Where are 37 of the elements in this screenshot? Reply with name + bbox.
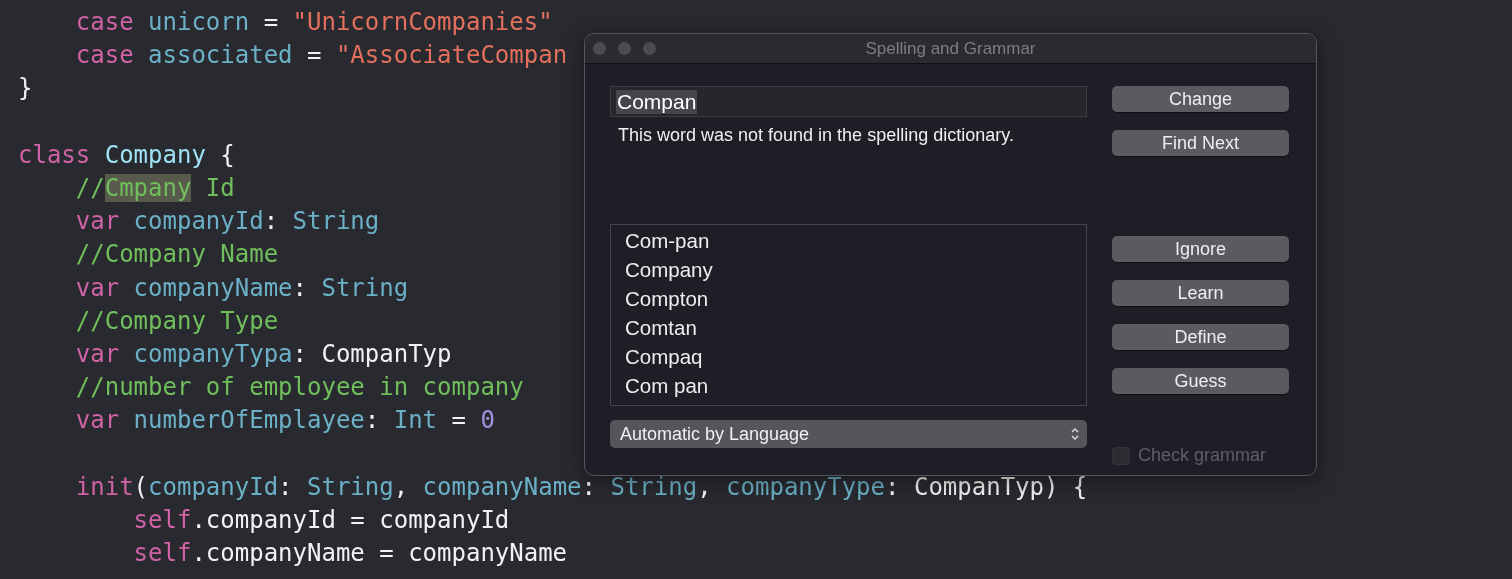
suggestion-item[interactable]: Company <box>611 256 1086 285</box>
code-line: init(companyId: String, companyName: String, companyType: CompanTyp) { <box>74 471 1088 503</box>
code-line: var numberOfEmplayee: Int = 0 <box>74 405 495 437</box>
suggestion-item[interactable]: Comtan <box>611 314 1086 343</box>
code-line: //Cmpany Id <box>74 172 235 204</box>
code-line: case associated = "AssociateCompan <box>74 40 568 72</box>
word-field[interactable]: Compan <box>610 86 1087 117</box>
checkbox-label: Check grammar <box>1138 445 1267 466</box>
code-line: self.companyName = companyName <box>132 538 568 569</box>
code-line: var companyName: String <box>74 272 409 304</box>
suggestion-list[interactable]: Com-pan Company Compton Comtan Compaq Com pan <box>610 224 1087 406</box>
message-text: This word was not found in the spelling dictionary. <box>617 124 1015 147</box>
window-control-icon[interactable] <box>618 42 631 55</box>
code-line: case unicorn = "UnicornCompanies" <box>74 7 553 38</box>
code-line: self.companyId = companyId <box>132 504 510 536</box>
code-line: var companyTypa: CompanTyp <box>74 338 452 370</box>
suggestion-item[interactable]: Com-pan <box>611 227 1086 256</box>
dialog-button[interactable]: Ignore <box>1112 236 1289 262</box>
suggestion-item[interactable]: Com pan <box>611 372 1086 401</box>
code-line: var companyId: String <box>74 206 380 238</box>
code-line: class Company { <box>18 139 235 171</box>
dialog-button[interactable]: Define <box>1112 324 1289 350</box>
language-popup[interactable]: Automatic by Language <box>610 420 1087 448</box>
code-line: //Company Type <box>74 305 279 337</box>
window-control-icon[interactable] <box>643 42 656 55</box>
window-title: Spelling and Grammar <box>865 38 1036 59</box>
dialog-button[interactable]: Learn <box>1112 280 1289 306</box>
suggestion-item[interactable]: Compton <box>611 285 1086 314</box>
dialog-button[interactable]: Find Next <box>1112 130 1289 156</box>
code-line: //Company Name <box>74 239 279 271</box>
code-line: //number of employee in company <box>74 372 524 404</box>
chevron-icon <box>1071 427 1079 441</box>
dialog-button[interactable]: Guess <box>1112 368 1289 394</box>
window-control-icon[interactable] <box>593 42 606 55</box>
dialog-button[interactable]: Change <box>1112 86 1289 112</box>
code-line: } <box>18 73 33 105</box>
suggestion-item[interactable]: Compaq <box>611 343 1086 372</box>
